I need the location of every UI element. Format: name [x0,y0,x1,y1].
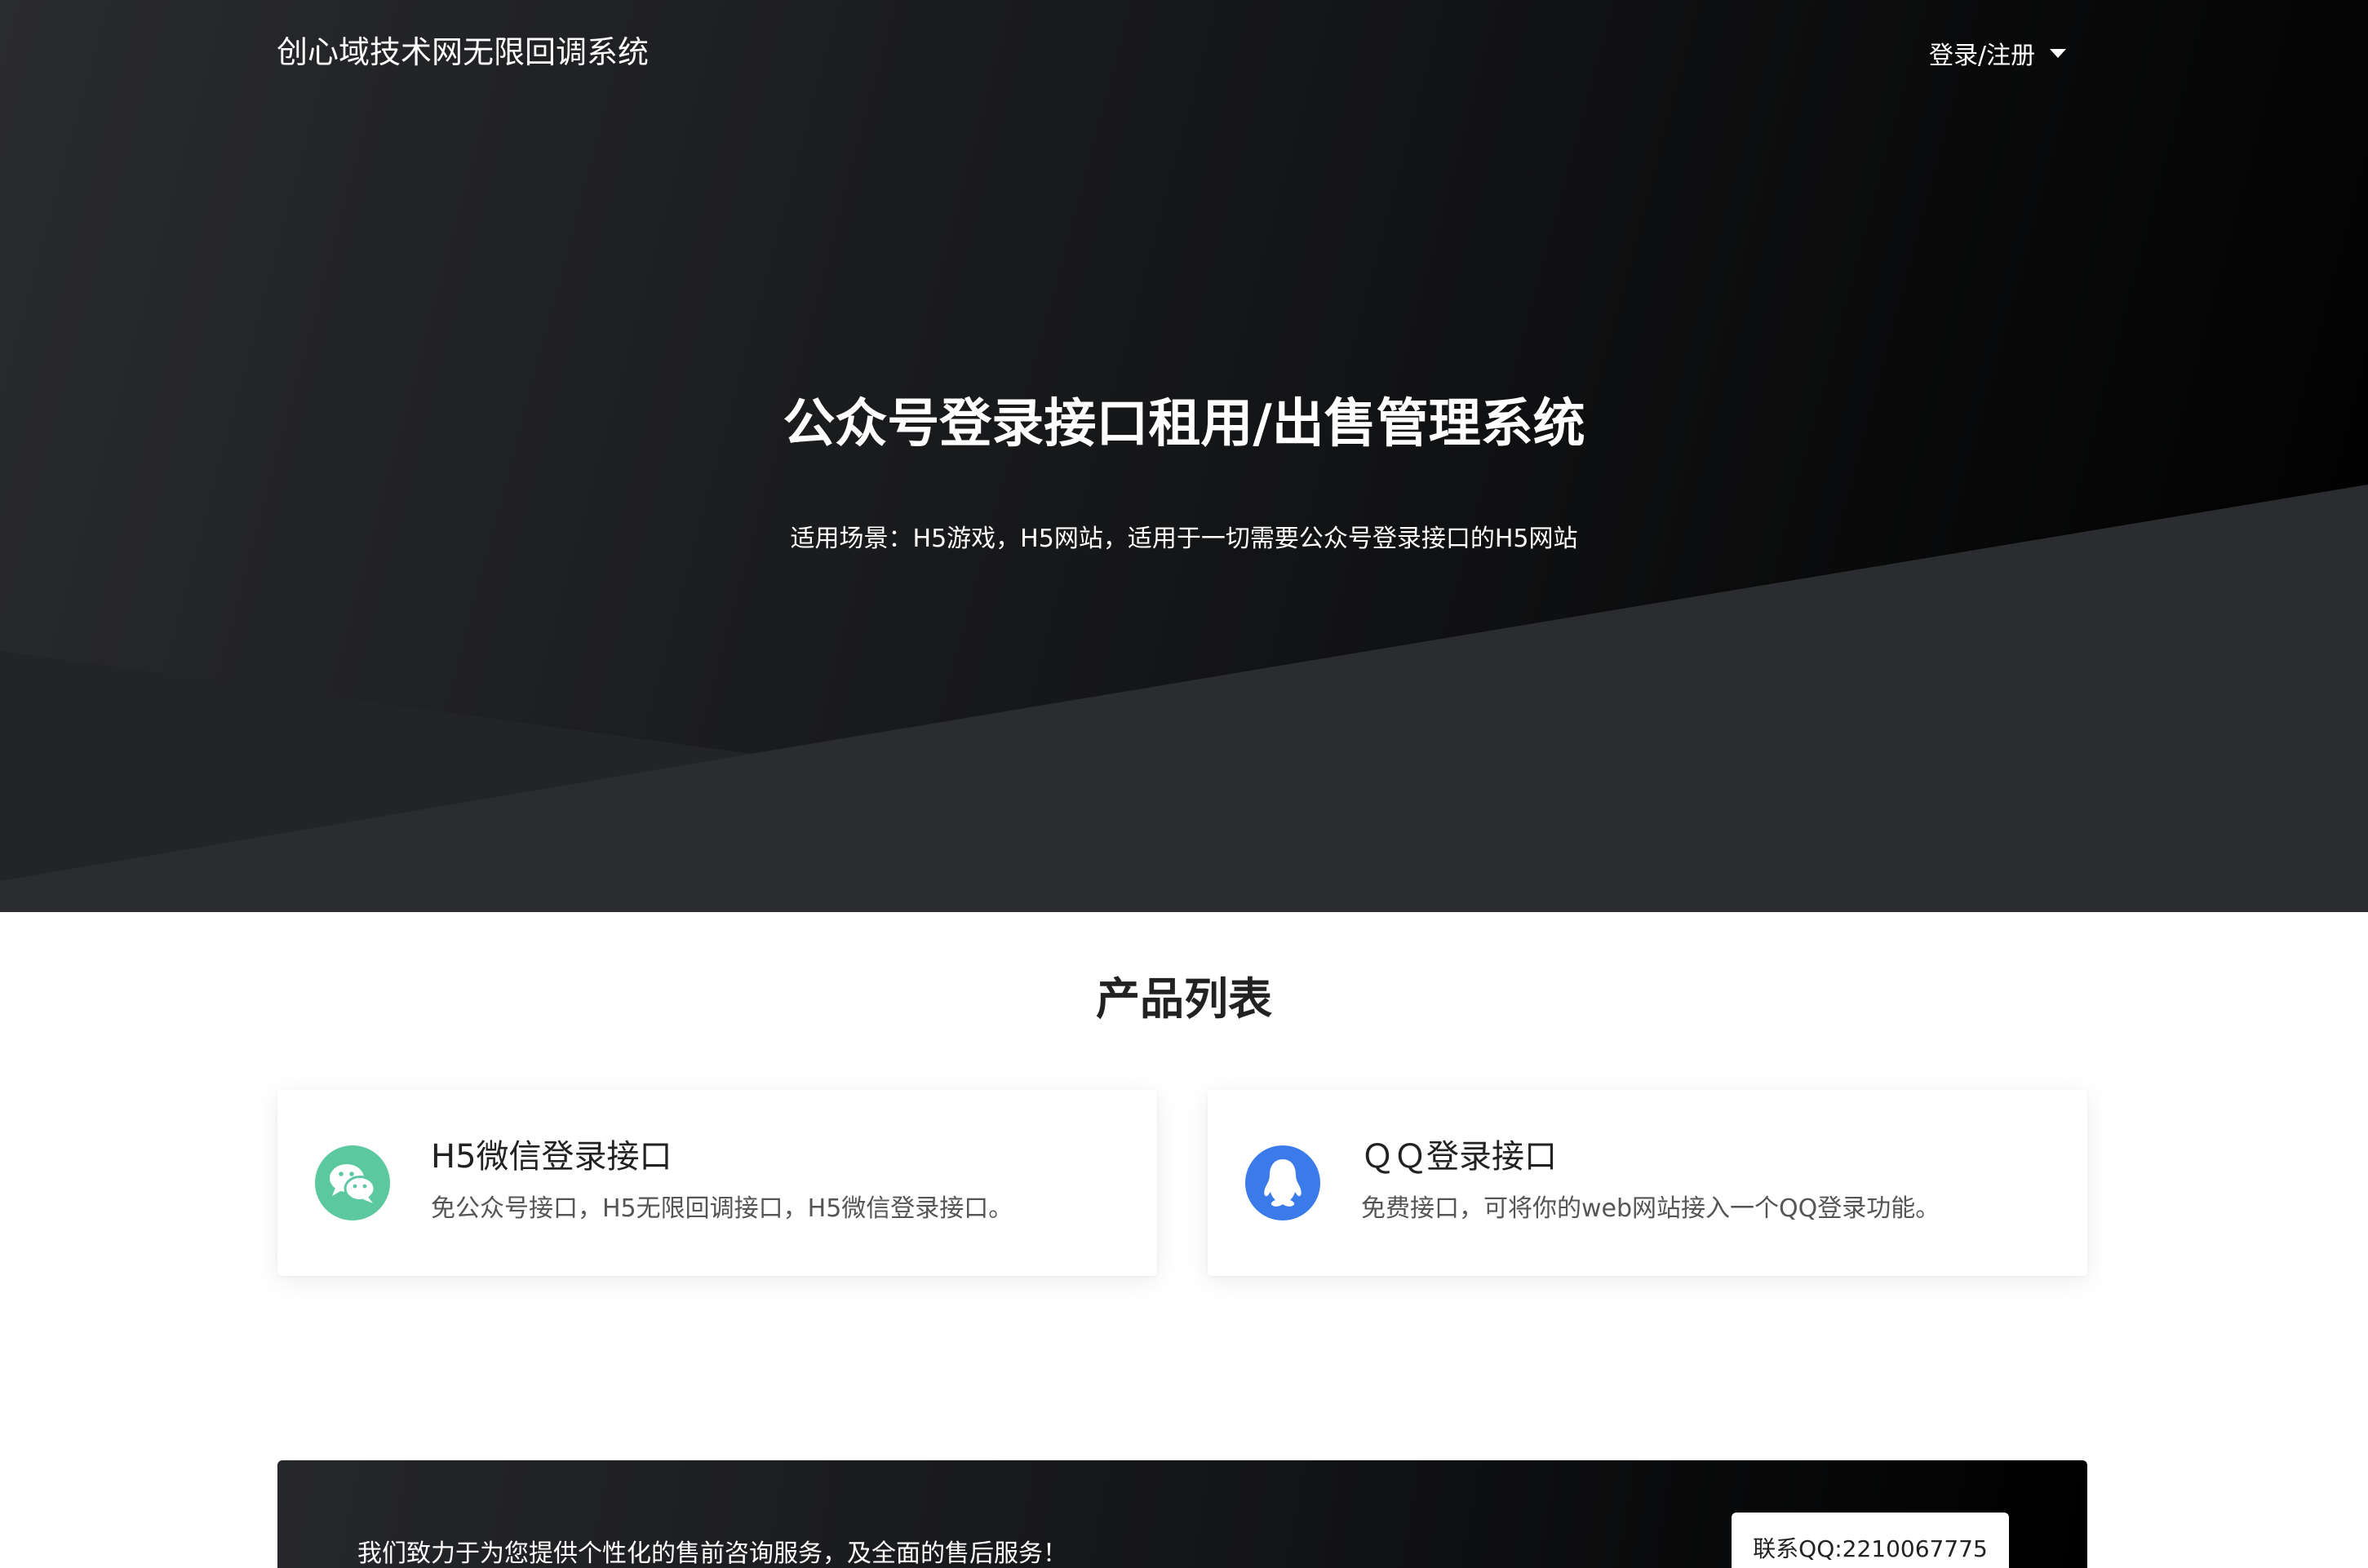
page: 创心域技术网无限回调系统 登录/注册 公众号登录接口租用/出售管理系统 适用场景… [0,0,2368,1568]
wechat-icon [315,1145,390,1220]
hero-title-part-2: 租 [1148,394,1201,454]
login-register-dropdown[interactable]: 登录/注册 [1929,33,2067,73]
site-brand[interactable]: 创心域技术网无限回调系统 [277,28,649,77]
hero-subtitle: 适用场景：H5游戏，H5网站，适用于一切需要公众号登录接口的H5网站 [790,525,1578,553]
product-title: ＱＱ登录接口 [1361,1138,1557,1176]
hero-section: 创心域技术网无限回调系统 登录/注册 公众号登录接口租用/出售管理系统 适用场景… [0,0,2368,912]
hero-title-part-1: 公众号登录 [783,394,1044,454]
hero-title-bold-1: 接口 [1044,394,1149,454]
wechat-icon-glyph [330,1164,376,1203]
login-register-label: 登录/注册 [1929,42,2036,70]
product-description: 免公众号接口，H5无限回调接口，H5微信登录接口。 [431,1194,1013,1223]
contact-qq-button[interactable]: 联系QQ:2210067775 [1732,1513,2009,1568]
contact-banner-text: 我们致力于为您提供个性化的售前咨询服务，及全面的售后服务！ [357,1539,1067,1568]
product-description: 免费接口，可将你的web网站接入一个QQ登录功能。 [1361,1194,1940,1223]
contact-banner: 我们致力于为您提供个性化的售前咨询服务，及全面的售后服务！ 联系QQ:22100… [277,1460,2087,1568]
product-title: H5微信登录接口 [431,1138,672,1176]
hero-title: 公众号登录接口租用/出售管理系统 [0,383,2368,465]
products-title: 产品列表 [1096,973,1272,1025]
qq-penguin-glyph [1264,1159,1302,1207]
hero-title-bold-2: 用 [1200,394,1253,454]
navbar: 创心域技术网无限回调系统 登录/注册 [0,0,2368,106]
hero-title-part-3: /出售管理系统 [1253,394,1585,454]
qq-icon [1245,1145,1320,1220]
product-card-wechat[interactable]: H5微信登录接口 免公众号接口，H5无限回调接口，H5微信登录接口。 [277,1090,1157,1276]
caret-down-icon [2050,48,2067,58]
product-card-qq[interactable]: ＱＱ登录接口 免费接口，可将你的web网站接入一个QQ登录功能。 [1208,1090,2087,1276]
